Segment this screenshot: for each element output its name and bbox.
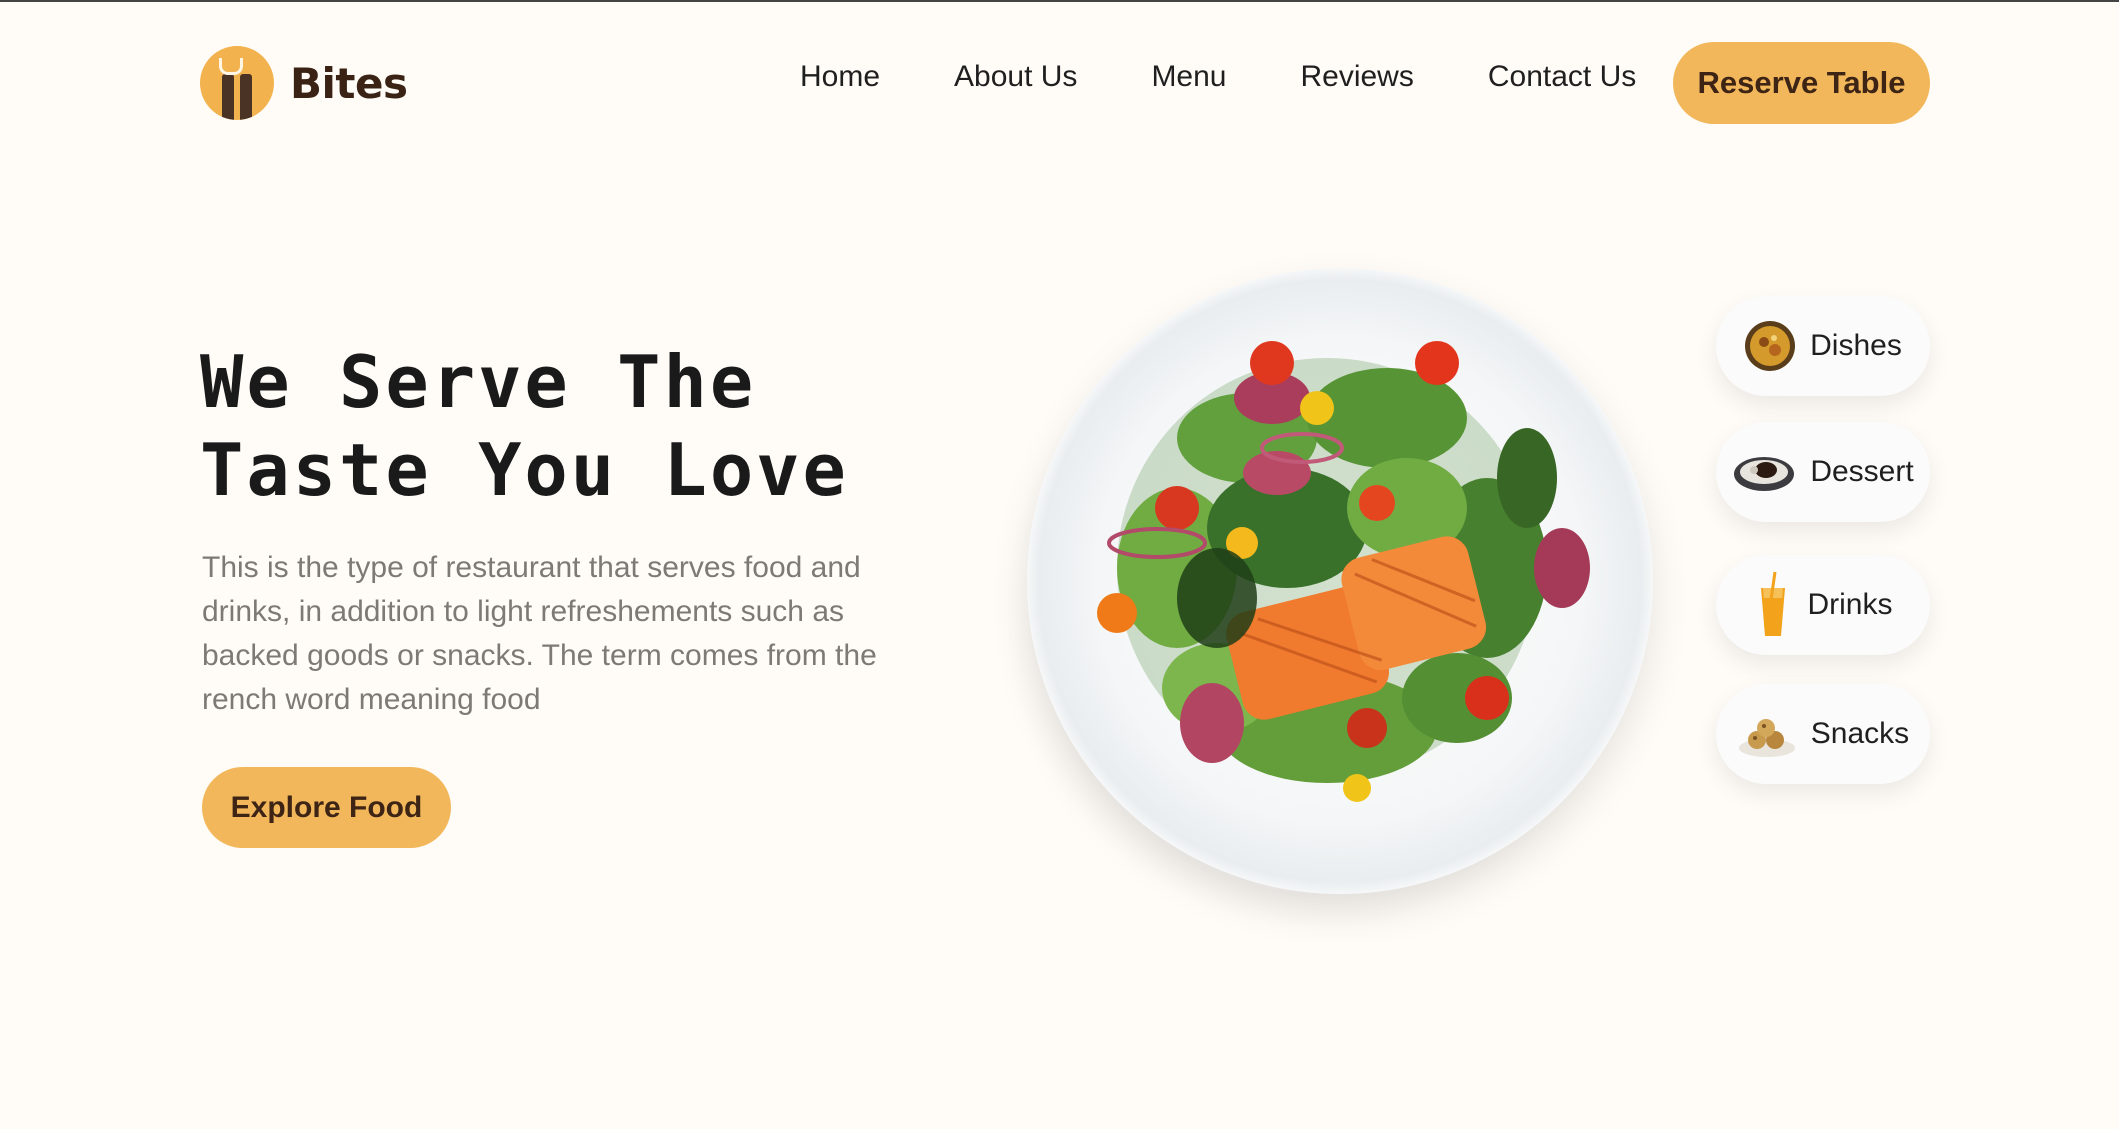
category-dessert[interactable]: Dessert bbox=[1716, 422, 1930, 522]
salmon-salad-plate-image bbox=[1027, 268, 1653, 894]
nav-contact-us[interactable]: Contact Us bbox=[1488, 60, 1636, 94]
category-drinks-label: Drinks bbox=[1807, 588, 1893, 621]
nav-menu[interactable]: Menu bbox=[1151, 60, 1226, 94]
category-dishes[interactable]: Dishes bbox=[1716, 296, 1930, 396]
nav-home[interactable]: Home bbox=[800, 60, 880, 94]
brand-logo[interactable]: Bites bbox=[200, 46, 408, 120]
snacks-icon bbox=[1737, 708, 1797, 760]
salad-illustration bbox=[1097, 341, 1590, 802]
dish-icon bbox=[1744, 320, 1796, 372]
nav-reviews[interactable]: Reviews bbox=[1300, 60, 1413, 94]
reserve-table-button[interactable]: Reserve Table bbox=[1673, 42, 1930, 124]
nav-about-us[interactable]: About Us bbox=[954, 60, 1077, 94]
hero-description: This is the type of restaurant that serv… bbox=[202, 551, 877, 716]
hero-title-line-2: Taste You Love bbox=[200, 428, 849, 512]
category-dessert-label: Dessert bbox=[1810, 455, 1914, 488]
dessert-icon bbox=[1732, 446, 1796, 498]
explore-food-button[interactable]: Explore Food bbox=[202, 767, 451, 848]
category-dishes-label: Dishes bbox=[1810, 329, 1902, 362]
brand-name: Bites bbox=[290, 58, 408, 108]
category-drinks[interactable]: Drinks bbox=[1716, 555, 1930, 655]
hero-title: We Serve The Taste You Love bbox=[200, 338, 849, 514]
hero-title-line-1: We Serve The bbox=[200, 340, 757, 424]
category-snacks-label: Snacks bbox=[1810, 717, 1910, 750]
category-snacks[interactable]: Snacks bbox=[1716, 684, 1930, 784]
drink-icon bbox=[1753, 570, 1793, 640]
main-nav: Home About Us Menu Reviews Contact Us bbox=[800, 60, 1636, 94]
utensils-icon bbox=[200, 46, 274, 120]
